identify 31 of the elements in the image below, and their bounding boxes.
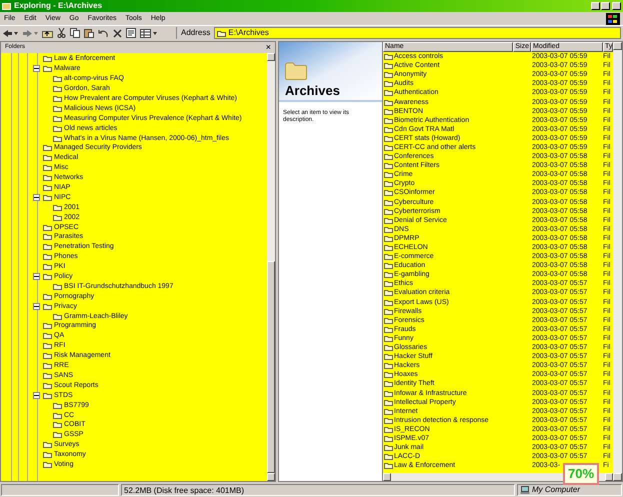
close-button[interactable] — [612, 2, 621, 10]
up-folder-icon[interactable] — [42, 28, 53, 38]
copy-icon[interactable] — [70, 28, 80, 38]
computer-icon — [520, 486, 530, 494]
scrollbar[interactable] — [267, 53, 275, 481]
maximize-button[interactable] — [601, 2, 610, 10]
windows-logo-icon — [606, 13, 620, 25]
collapse-button[interactable] — [33, 194, 40, 201]
scrollbar[interactable] — [613, 42, 622, 481]
window-title: Exploring - E:\Archives — [14, 2, 102, 10]
paste-icon[interactable] — [84, 28, 94, 38]
close-pane-button[interactable]: × — [266, 43, 271, 52]
properties-icon[interactable] — [126, 28, 136, 38]
views-icon[interactable] — [140, 28, 158, 38]
back-icon[interactable] — [2, 28, 18, 38]
address-label: Address — [176, 27, 210, 39]
address-field[interactable]: E:\Archives — [214, 27, 621, 39]
collapse-button[interactable] — [33, 392, 40, 399]
status-text: 52.2MB (Disk free space: 401MB) — [121, 484, 515, 496]
collapse-button[interactable] — [33, 273, 40, 280]
zoom-level-toast: 70% — [563, 463, 599, 485]
cut-icon[interactable] — [57, 28, 66, 38]
folder-icon — [217, 30, 226, 36]
minimize-button[interactable] — [591, 2, 600, 10]
folder-icon — [285, 62, 307, 80]
undo-icon[interactable] — [98, 28, 109, 38]
collapse-button[interactable] — [33, 65, 40, 72]
delete-icon[interactable] — [113, 28, 122, 38]
collapse-button[interactable] — [33, 302, 40, 310]
explorer-icon — [2, 2, 11, 10]
folder-title: Archives — [285, 84, 341, 97]
